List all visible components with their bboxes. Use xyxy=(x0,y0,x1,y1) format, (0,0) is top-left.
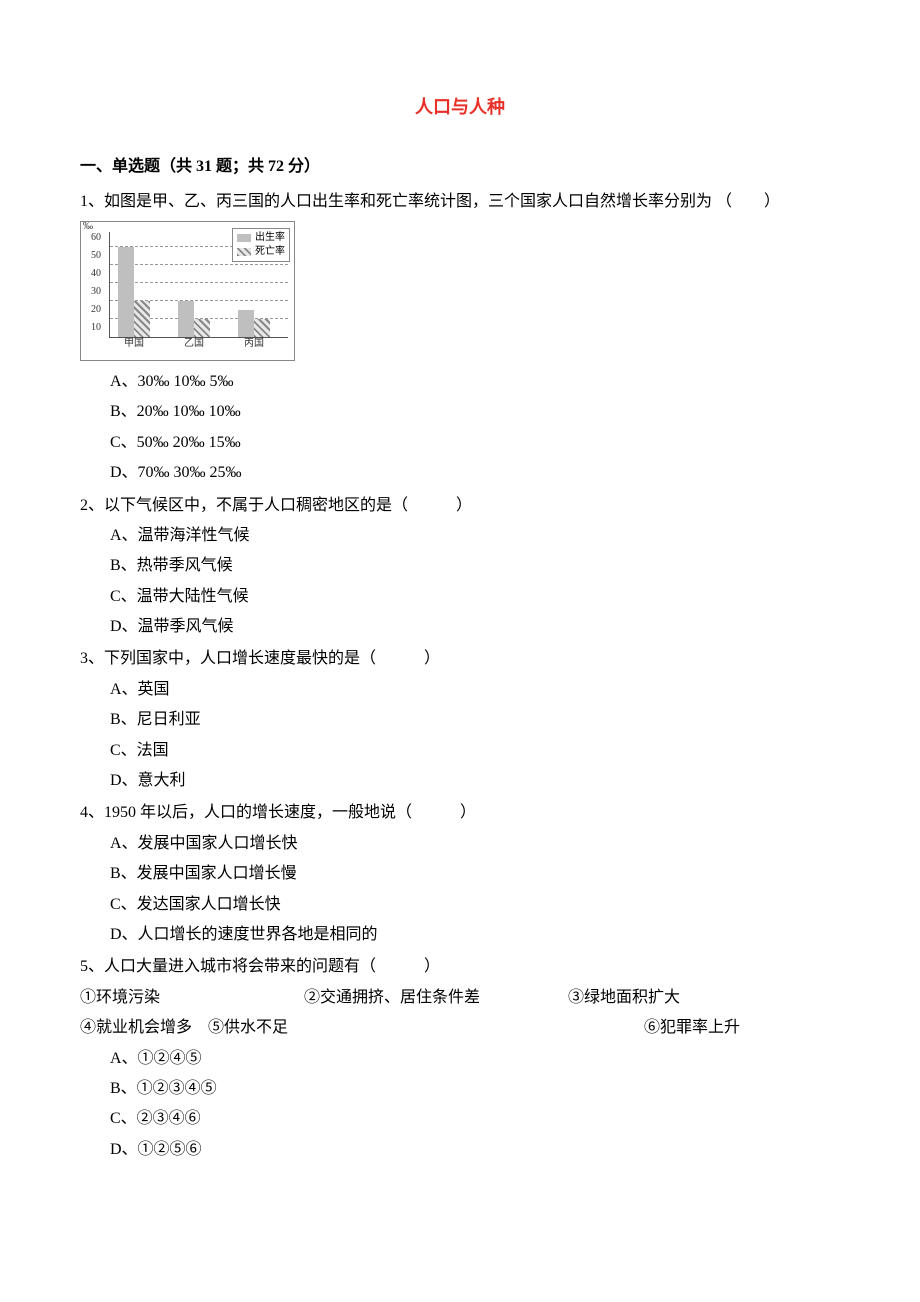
q1-option-c: C、50‰ 20‰ 15‰ xyxy=(80,428,840,458)
q4-option-a: A、发展中国家人口增长快 xyxy=(80,829,840,859)
q5-items-row2: ④就业机会增多 ⑤供水不足 ⑥犯罪率上升 xyxy=(80,1013,840,1043)
q1-option-d: D、70‰ 30‰ 25‰ xyxy=(80,458,840,488)
q3-stem: 3、下列国家中，人口增长速度最快的是（ ） xyxy=(80,644,840,674)
legend-label: 死亡率 xyxy=(255,245,285,259)
q5-item-2: ②交通拥挤、居住条件差 xyxy=(304,983,564,1013)
q5-option-c: C、②③④⑥ xyxy=(80,1104,840,1134)
y-tick: 60 xyxy=(91,228,101,247)
x-label: 乙国 xyxy=(174,334,214,353)
q5-item-45: ④就业机会增多 ⑤供水不足 xyxy=(80,1013,640,1043)
q5-item-3: ③绿地面积扩大 xyxy=(568,983,680,1013)
grid-line xyxy=(110,282,288,283)
legend-label: 出生率 xyxy=(255,231,285,245)
q1-option-b: B、20‰ 10‰ 10‰ xyxy=(80,397,840,427)
q3-option-d: D、意大利 xyxy=(80,766,840,796)
y-tick: 30 xyxy=(91,282,101,301)
q2-option-c: C、温带大陆性气候 xyxy=(80,582,840,612)
q1-stem: 1、如图是甲、乙、丙三国的人口出生率和死亡率统计图，三个国家人口自然增长率分别为… xyxy=(80,187,840,217)
q4-stem: 4、1950 年以后，人口的增长速度，一般地说（ ） xyxy=(80,798,840,828)
x-label: 甲国 xyxy=(114,334,154,353)
q5-option-b: B、①②③④⑤ xyxy=(80,1074,840,1104)
q3-option-b: B、尼日利亚 xyxy=(80,705,840,735)
bar-birth xyxy=(238,310,254,337)
legend-birth: 出生率 xyxy=(237,231,285,245)
q1-option-a: A、30‰ 10‰ 5‰ xyxy=(80,367,840,397)
q3-option-c: C、法国 xyxy=(80,736,840,766)
bar-birth xyxy=(178,301,194,337)
q5-option-a: A、①②④⑤ xyxy=(80,1044,840,1074)
q2-option-b: B、热带季风气候 xyxy=(80,551,840,581)
q5-option-d: D、①②⑤⑥ xyxy=(80,1135,840,1165)
legend-death: 死亡率 xyxy=(237,245,285,259)
q2-option-d: D、温带季风气候 xyxy=(80,612,840,642)
q4-option-d: D、人口增长的速度世界各地是相同的 xyxy=(80,920,840,950)
q5-item-6: ⑥犯罪率上升 xyxy=(644,1013,740,1043)
q3-option-a: A、英国 xyxy=(80,675,840,705)
grid-line xyxy=(110,264,288,265)
legend-swatch-icon xyxy=(237,248,251,256)
y-tick: 50 xyxy=(91,246,101,265)
legend-swatch-icon xyxy=(237,234,251,242)
section-header: 一、单选题（共 31 题；共 72 分） xyxy=(80,152,840,182)
q2-option-a: A、温带海洋性气候 xyxy=(80,521,840,551)
bar-birth xyxy=(118,247,134,337)
page-title: 人口与人种 xyxy=(80,90,840,124)
q4-option-c: C、发达国家人口增长快 xyxy=(80,890,840,920)
q5-items-row1: ①环境污染 ②交通拥挤、居住条件差 ③绿地面积扩大 xyxy=(80,983,840,1013)
x-label: 丙国 xyxy=(234,334,274,353)
chart-legend: 出生率 死亡率 xyxy=(232,228,290,262)
y-tick: 10 xyxy=(91,318,101,337)
q1-chart: ‰ 60 50 40 30 20 10 甲国 乙国 丙国 出生率 xyxy=(80,221,295,361)
q5-stem: 5、人口大量进入城市将会带来的问题有（ ） xyxy=(80,952,840,982)
y-tick: 40 xyxy=(91,264,101,283)
q4-option-b: B、发展中国家人口增长慢 xyxy=(80,859,840,889)
y-tick: 20 xyxy=(91,300,101,319)
q2-stem: 2、以下气候区中，不属于人口稠密地区的是（ ） xyxy=(80,491,840,521)
bar-death xyxy=(134,301,150,337)
q5-item-1: ①环境污染 xyxy=(80,983,300,1013)
